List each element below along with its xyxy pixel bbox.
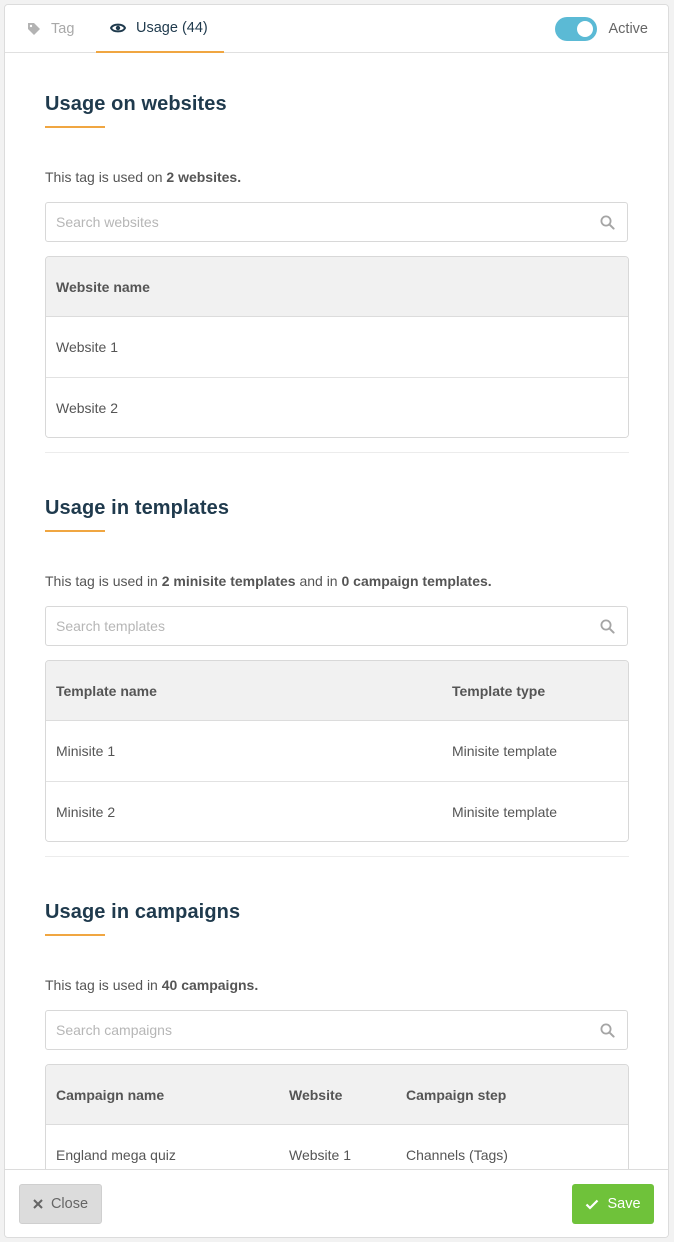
tab-tag[interactable]: Tag [27,5,74,53]
tag-icon [28,23,40,35]
search-icon[interactable] [600,1023,615,1038]
tab-usage[interactable]: Usage (44) [96,5,224,53]
campaigns-desc-text: This tag is used in [45,977,162,993]
websites-section: Usage on websites This tag is used on 2 … [45,53,629,453]
websites-description: This tag is used on 2 websites. [45,169,629,185]
table-header-row: Website name [46,257,628,317]
templates-section: Usage in templates This tag is used in 2… [45,453,629,857]
campaign-template-count: 0 campaign templates. [341,573,492,589]
search-websites-input[interactable] [46,203,627,241]
search-templates-input[interactable] [46,607,627,645]
search-websites [45,202,628,242]
table-row[interactable]: Minisite 2 Minisite template [46,781,628,841]
templates-desc-text: This tag is used in [45,573,162,589]
column-header-campaign-name[interactable]: Campaign name [46,1087,279,1103]
check-icon [586,1199,599,1210]
save-button[interactable]: Save [572,1184,654,1224]
campaigns-title: Usage in campaigns [45,901,241,923]
title-underline [45,934,105,936]
table-row[interactable]: Minisite 1 Minisite template [46,721,628,781]
campaigns-count: 40 campaigns. [161,977,259,993]
templates-desc-mid: and in [295,573,342,589]
usage-content[interactable]: Usage on websites This tag is used on 2 … [45,53,629,1170]
column-header-campaign-step[interactable]: Campaign step [396,1087,506,1103]
templates-description: This tag is used in 2 minisite templates… [45,573,629,589]
tab-usage-label: Usage (44) [136,20,208,36]
toggle-knob [576,21,593,37]
eye-icon [110,23,126,33]
website-name-cell: Website 1 [56,339,118,355]
tab-tag-label: Tag [51,21,75,37]
campaigns-section: Usage in campaigns This tag is used in 4… [45,857,629,1170]
tab-bar: Tag Usage (44) Active [5,5,668,53]
search-templates [45,606,628,646]
campaigns-description: This tag is used in 40 campaigns. [45,977,629,993]
websites-table: Website name Website 1 Website 2 [45,256,629,438]
search-campaigns-input[interactable] [46,1011,627,1049]
templates-title: Usage in templates [45,497,230,519]
close-icon [33,1199,43,1209]
template-name-cell: Minisite 1 [56,743,116,759]
template-type-cell: Minisite template [452,743,558,759]
table-row[interactable]: Website 2 [46,377,628,437]
table-header-row: Campaign name Website Campaign step [46,1065,628,1125]
campaign-name-cell: England mega quiz [56,1147,176,1163]
minisite-template-count: 2 minisite templates [161,573,296,589]
campaign-website-cell: Website 1 [289,1147,351,1163]
template-name-cell: Minisite 2 [56,803,116,820]
close-button-label: Close [50,1196,89,1212]
campaign-step-cell: Channels (Tags) [406,1147,508,1163]
table-row[interactable]: Website 1 [46,317,628,377]
title-underline [45,530,105,532]
table-header-row: Template name Template type [46,661,628,721]
search-icon[interactable] [600,619,615,634]
column-header-website-name[interactable]: Website name [46,279,628,295]
website-name-cell: Website 2 [56,399,118,416]
save-button-label: Save [607,1196,641,1212]
active-toggle-group: Active [554,5,649,53]
active-toggle[interactable] [554,17,597,41]
websites-desc-text: This tag is used on [45,169,167,185]
panel-footer: Close Save [5,1169,668,1237]
title-underline [45,126,105,128]
campaigns-table: Campaign name Website Campaign step Engl… [45,1064,629,1170]
template-type-cell: Minisite template [452,803,558,820]
websites-count: 2 websites. [166,169,242,185]
search-campaigns [45,1010,628,1050]
websites-title: Usage on websites [45,93,227,115]
column-header-template-name[interactable]: Template name [46,683,442,699]
close-button[interactable]: Close [19,1184,102,1224]
column-header-website[interactable]: Website [279,1087,396,1103]
tag-usage-panel: Tag Usage (44) Active Usage on websites … [4,4,669,1238]
search-icon[interactable] [600,215,615,230]
templates-table: Template name Template type Minisite 1 M… [45,660,629,842]
active-toggle-label: Active [608,21,649,37]
column-header-template-type[interactable]: Template type [442,683,545,699]
table-row[interactable]: England mega quiz Website 1 Channels (Ta… [46,1125,628,1170]
